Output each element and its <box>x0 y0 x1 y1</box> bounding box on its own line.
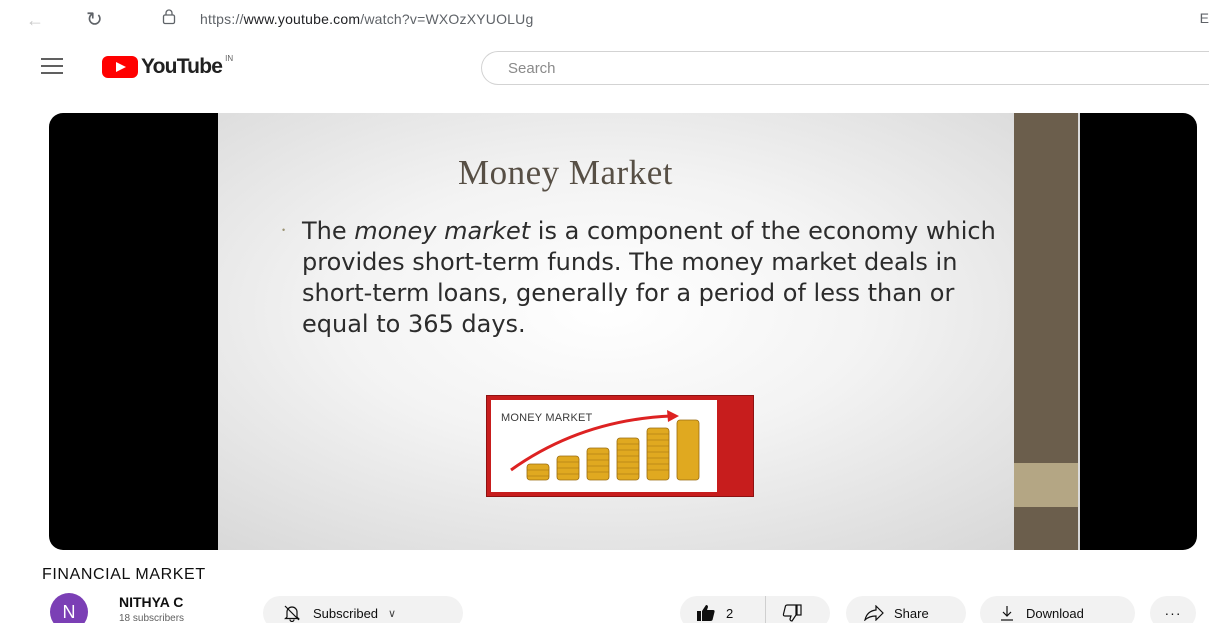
money-market-image: MONEY MARKET <box>486 395 754 497</box>
browser-toolbar: ← ↻ https://www.youtube.com/watch?v=WXOz… <box>0 0 1209 44</box>
share-label: Share <box>894 605 929 621</box>
thumbs-down-icon <box>782 604 802 622</box>
video-player[interactable]: Money Market • The money market is a com… <box>49 113 1197 550</box>
youtube-logo[interactable]: YouTube IN <box>102 54 233 80</box>
like-button[interactable]: 2 <box>680 596 766 623</box>
site-info-icon[interactable] <box>162 9 176 25</box>
slide-title: Money Market <box>458 153 673 192</box>
notification-off-bell-icon <box>284 605 300 622</box>
subscribed-button[interactable]: Subscribed ∨ <box>263 596 463 623</box>
url-path: /watch?v=WXOzXYUOLUg <box>360 11 534 27</box>
back-arrow-icon[interactable]: ← <box>26 10 44 31</box>
subscriber-count: 18 subscribers <box>119 613 185 623</box>
address-bar[interactable]: https://www.youtube.com/watch?v=WXOzXYUO… <box>200 11 533 27</box>
download-label: Download <box>1026 605 1084 621</box>
video-title: FINANCIAL MARKET <box>42 566 206 583</box>
bullet-icon: • <box>282 225 286 235</box>
slide-body-emphasis: money market <box>354 217 531 245</box>
presentation-slide: Money Market • The money market is a com… <box>218 113 1080 550</box>
slide-stripe-accent <box>1014 463 1078 507</box>
channel-name[interactable]: NITHYA C <box>119 594 183 610</box>
share-arrow-icon <box>864 605 884 621</box>
url-prefix: https:// <box>200 11 244 27</box>
reload-icon[interactable]: ↻ <box>86 7 103 32</box>
url-domain: www.youtube.com <box>243 11 361 27</box>
slide-body-pre: The <box>302 217 355 245</box>
thumbs-up-icon <box>697 605 715 621</box>
channel-avatar[interactable]: N <box>50 593 88 623</box>
chevron-down-icon: ∨ <box>388 607 397 620</box>
search-placeholder: Search <box>508 60 556 77</box>
like-count: 2 <box>726 605 734 621</box>
dislike-button[interactable] <box>766 604 802 622</box>
slide-body: The money market is a component of the e… <box>302 216 1002 340</box>
coin-stacks-icon <box>510 410 700 481</box>
search-input[interactable]: Search <box>481 51 1209 85</box>
download-button[interactable]: Download <box>980 596 1135 623</box>
like-dislike-group: 2 <box>680 596 830 623</box>
browser-menu-edge[interactable]: E <box>1200 10 1209 26</box>
hamburger-menu-icon[interactable] <box>41 58 63 74</box>
play-logo-icon <box>102 56 138 78</box>
logo-text: YouTube <box>141 55 223 78</box>
youtube-header: YouTube IN Search <box>0 44 1209 94</box>
download-arrow-icon <box>1001 606 1013 621</box>
more-actions-button[interactable]: ··· <box>1150 596 1196 623</box>
region-code: IN <box>225 53 234 63</box>
share-button[interactable]: Share <box>846 596 966 623</box>
subscribed-label: Subscribed <box>313 605 379 621</box>
